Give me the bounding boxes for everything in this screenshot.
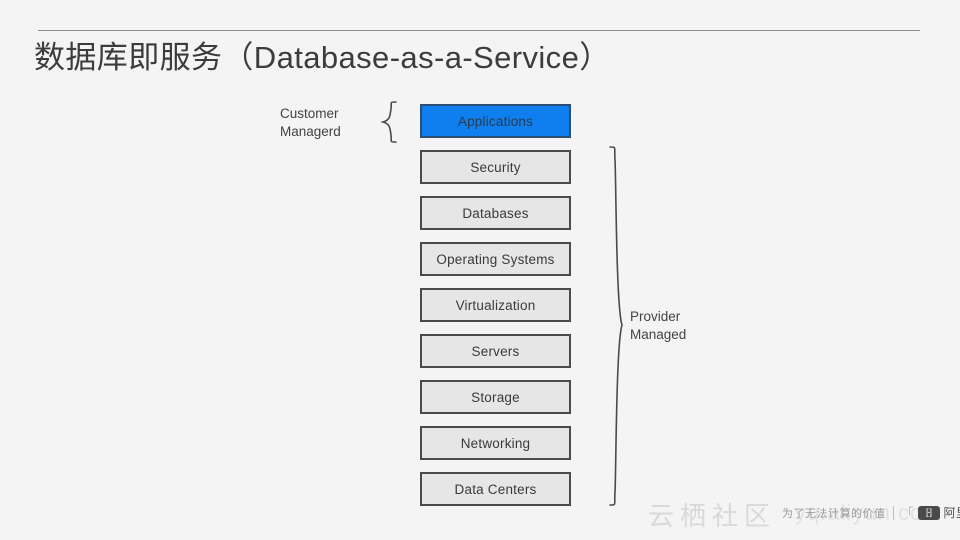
layer-label: Operating Systems (436, 251, 555, 267)
layer-box-networking[interactable]: Networking (420, 426, 571, 460)
layer-label: Security (470, 159, 521, 175)
watermark-community: 云栖社区 (648, 501, 777, 531)
layer-box-operating-systems[interactable]: Operating Systems (420, 242, 571, 276)
layer-label: Data Centers (454, 481, 537, 497)
layer-box-virtualization[interactable]: Virtualization (420, 288, 571, 322)
group-label-customer: Customer Managerd (280, 106, 341, 139)
service-layer-stack: Applications Security Databases Operatin… (420, 104, 571, 518)
layer-box-security[interactable]: Security (420, 150, 571, 184)
layer-box-databases[interactable]: Databases (420, 196, 571, 230)
brand-name: 阿里云 (943, 506, 960, 520)
slide-canvas: 数据库即服务（Database-as-a-Service） Customer M… (0, 0, 960, 540)
bracket-left-icon: 「 (900, 506, 914, 521)
brand-slogan: 为了无法计算的价值 (782, 507, 886, 520)
page-title: 数据库即服务（Database-as-a-Service） (34, 40, 611, 75)
customer-brace-icon (376, 101, 402, 143)
layer-label: Virtualization (455, 297, 536, 313)
provider-brace-icon (604, 146, 630, 506)
brand-divider (892, 506, 894, 519)
layer-label: Databases (462, 205, 529, 221)
layer-box-storage[interactable]: Storage (420, 380, 571, 414)
layer-label: Storage (471, 389, 520, 405)
layer-box-data-centers[interactable]: Data Centers (420, 472, 571, 506)
title-divider (38, 30, 920, 31)
layer-label: Applications (457, 113, 534, 129)
layer-label: Networking (460, 435, 531, 451)
layer-box-applications[interactable]: Applications (420, 104, 571, 138)
layer-box-servers[interactable]: Servers (420, 334, 571, 368)
group-label-provider: Provider Managed (630, 309, 687, 342)
layer-label: Servers (471, 343, 520, 359)
aliyun-logo-icon: [-] (917, 505, 940, 520)
brand-bar: 为了无法计算的价值 「 [-] 阿里云 」 (782, 503, 960, 522)
